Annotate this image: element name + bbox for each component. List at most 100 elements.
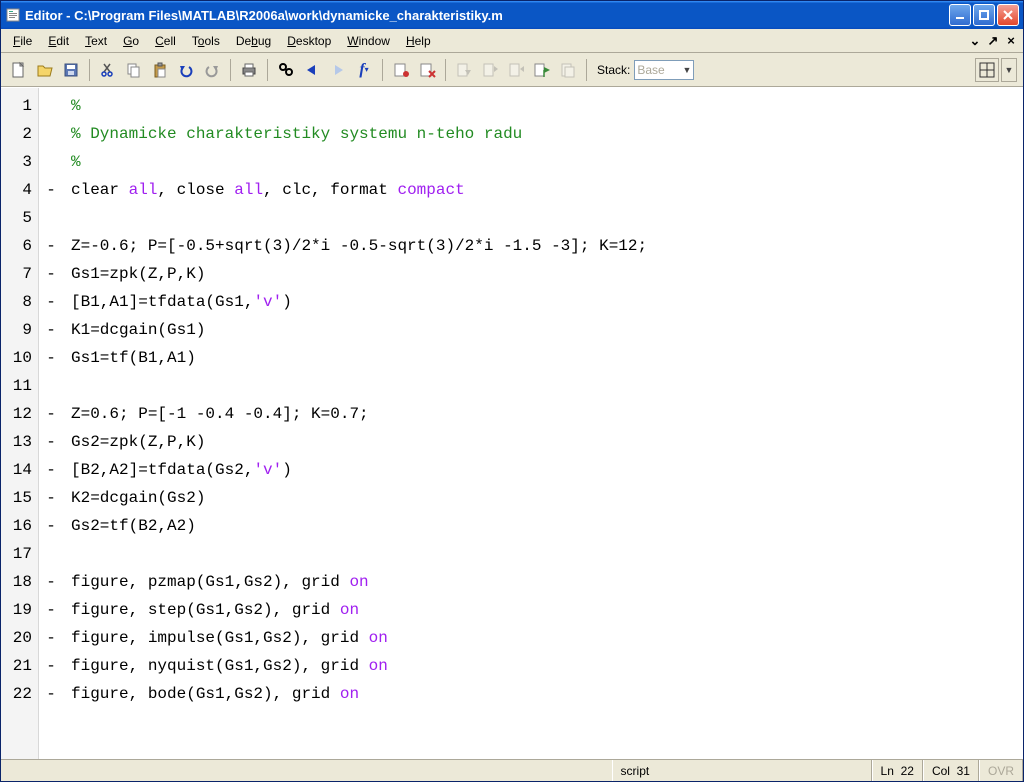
maximize-button[interactable] bbox=[973, 4, 995, 26]
line-number[interactable]: 21 bbox=[1, 652, 38, 680]
menu-edit[interactable]: Edit bbox=[40, 32, 77, 50]
code-line[interactable]: Z=-0.6; P=[-0.5+sqrt(3)/2*i -0.5-sqrt(3)… bbox=[71, 232, 1023, 260]
print-icon[interactable] bbox=[237, 58, 261, 82]
code-line[interactable]: Gs1=tf(B1,A1) bbox=[71, 344, 1023, 372]
step-out-icon[interactable] bbox=[504, 58, 528, 82]
exec-marker: - bbox=[39, 512, 63, 540]
separator bbox=[267, 59, 268, 81]
menubar: File Edit Text Go Cell Tools Debug Deskt… bbox=[1, 29, 1023, 53]
line-number[interactable]: 10 bbox=[1, 344, 38, 372]
line-number[interactable]: 22 bbox=[1, 680, 38, 708]
back-icon[interactable] bbox=[300, 58, 324, 82]
exec-marker bbox=[39, 372, 63, 400]
chevron-down-icon: ▼ bbox=[682, 65, 691, 75]
cut-icon[interactable] bbox=[96, 58, 120, 82]
exec-marker: - bbox=[39, 316, 63, 344]
minimize-button[interactable] bbox=[949, 4, 971, 26]
forward-icon[interactable] bbox=[326, 58, 350, 82]
code-line[interactable]: [B1,A1]=tfdata(Gs1,'v') bbox=[71, 288, 1023, 316]
status-line: Ln 22 bbox=[872, 760, 923, 781]
exec-marker bbox=[39, 204, 63, 232]
code-line[interactable]: [B2,A2]=tfdata(Gs2,'v') bbox=[71, 456, 1023, 484]
menu-window[interactable]: Window bbox=[339, 32, 398, 50]
tile-icon[interactable] bbox=[975, 58, 999, 82]
paste-icon[interactable] bbox=[148, 58, 172, 82]
editor-area[interactable]: 12345678910111213141516171819202122 ----… bbox=[1, 87, 1023, 759]
menu-file[interactable]: File bbox=[5, 32, 40, 50]
menu-go[interactable]: Go bbox=[115, 32, 147, 50]
code-line[interactable] bbox=[71, 540, 1023, 568]
code-line[interactable]: % bbox=[71, 148, 1023, 176]
code-line[interactable]: figure, bode(Gs1,Gs2), grid on bbox=[71, 680, 1023, 708]
stack-label: Stack: bbox=[597, 63, 630, 77]
line-number[interactable]: 14 bbox=[1, 456, 38, 484]
step-in-icon[interactable] bbox=[478, 58, 502, 82]
code-line[interactable]: Z=0.6; P=[-1 -0.4 -0.4]; K=0.7; bbox=[71, 400, 1023, 428]
code-line[interactable]: clear all, close all, clc, format compac… bbox=[71, 176, 1023, 204]
line-number[interactable]: 12 bbox=[1, 400, 38, 428]
close-doc-icon[interactable]: × bbox=[1003, 33, 1019, 49]
tile-dropdown-icon[interactable]: ▼ bbox=[1001, 58, 1017, 82]
line-number[interactable]: 7 bbox=[1, 260, 38, 288]
undo-icon[interactable] bbox=[174, 58, 198, 82]
line-number[interactable]: 3 bbox=[1, 148, 38, 176]
line-number[interactable]: 19 bbox=[1, 596, 38, 624]
stack-select[interactable]: Base ▼ bbox=[634, 60, 694, 80]
line-number[interactable]: 11 bbox=[1, 372, 38, 400]
copy-icon[interactable] bbox=[122, 58, 146, 82]
code-line[interactable]: Gs2=zpk(Z,P,K) bbox=[71, 428, 1023, 456]
code-content[interactable]: %% Dynamicke charakteristiky systemu n-t… bbox=[63, 88, 1023, 759]
line-number[interactable]: 2 bbox=[1, 120, 38, 148]
line-number[interactable]: 16 bbox=[1, 512, 38, 540]
open-file-icon[interactable] bbox=[33, 58, 57, 82]
code-line[interactable] bbox=[71, 372, 1023, 400]
menu-tools[interactable]: Tools bbox=[184, 32, 228, 50]
status-col: Col 31 bbox=[923, 760, 979, 781]
exec-marker bbox=[39, 148, 63, 176]
find-icon[interactable] bbox=[274, 58, 298, 82]
line-number-gutter[interactable]: 12345678910111213141516171819202122 bbox=[1, 88, 39, 759]
line-number[interactable]: 8 bbox=[1, 288, 38, 316]
code-line[interactable]: Gs2=tf(B2,A2) bbox=[71, 512, 1023, 540]
line-number[interactable]: 18 bbox=[1, 568, 38, 596]
line-number[interactable]: 17 bbox=[1, 540, 38, 568]
line-number[interactable]: 6 bbox=[1, 232, 38, 260]
line-number[interactable]: 1 bbox=[1, 92, 38, 120]
line-number[interactable]: 20 bbox=[1, 624, 38, 652]
function-icon[interactable]: f▾ bbox=[352, 58, 376, 82]
redo-icon[interactable] bbox=[200, 58, 224, 82]
code-line[interactable]: figure, pzmap(Gs1,Gs2), grid on bbox=[71, 568, 1023, 596]
menu-debug[interactable]: Debug bbox=[228, 32, 279, 50]
code-line[interactable]: % Dynamicke charakteristiky systemu n-te… bbox=[71, 120, 1023, 148]
code-line[interactable]: figure, step(Gs1,Gs2), grid on bbox=[71, 596, 1023, 624]
line-number[interactable]: 15 bbox=[1, 484, 38, 512]
minimize-pane-icon[interactable]: ⌄ bbox=[967, 33, 983, 49]
line-number[interactable]: 4 bbox=[1, 176, 38, 204]
code-line[interactable]: K1=dcgain(Gs1) bbox=[71, 316, 1023, 344]
code-line[interactable] bbox=[71, 204, 1023, 232]
titlebar[interactable]: Editor - C:\Program Files\MATLAB\R2006a\… bbox=[1, 1, 1023, 29]
exit-debug-icon[interactable] bbox=[556, 58, 580, 82]
close-button[interactable] bbox=[997, 4, 1019, 26]
line-number[interactable]: 9 bbox=[1, 316, 38, 344]
code-line[interactable]: K2=dcgain(Gs2) bbox=[71, 484, 1023, 512]
step-icon[interactable] bbox=[452, 58, 476, 82]
code-line[interactable]: figure, impulse(Gs1,Gs2), grid on bbox=[71, 624, 1023, 652]
code-line[interactable]: % bbox=[71, 92, 1023, 120]
line-number[interactable]: 13 bbox=[1, 428, 38, 456]
menu-cell[interactable]: Cell bbox=[147, 32, 184, 50]
menu-text[interactable]: Text bbox=[77, 32, 115, 50]
code-line[interactable]: figure, nyquist(Gs1,Gs2), grid on bbox=[71, 652, 1023, 680]
save-icon[interactable] bbox=[59, 58, 83, 82]
code-line[interactable]: Gs1=zpk(Z,P,K) bbox=[71, 260, 1023, 288]
menu-desktop[interactable]: Desktop bbox=[279, 32, 339, 50]
exec-marker-column[interactable]: ---------------- bbox=[39, 88, 63, 759]
window-title: Editor - C:\Program Files\MATLAB\R2006a\… bbox=[25, 8, 949, 23]
undock-icon[interactable]: ↗ bbox=[985, 33, 1001, 49]
set-breakpoint-icon[interactable] bbox=[389, 58, 413, 82]
menu-help[interactable]: Help bbox=[398, 32, 439, 50]
new-file-icon[interactable] bbox=[7, 58, 31, 82]
clear-breakpoint-icon[interactable] bbox=[415, 58, 439, 82]
continue-icon[interactable] bbox=[530, 58, 554, 82]
line-number[interactable]: 5 bbox=[1, 204, 38, 232]
